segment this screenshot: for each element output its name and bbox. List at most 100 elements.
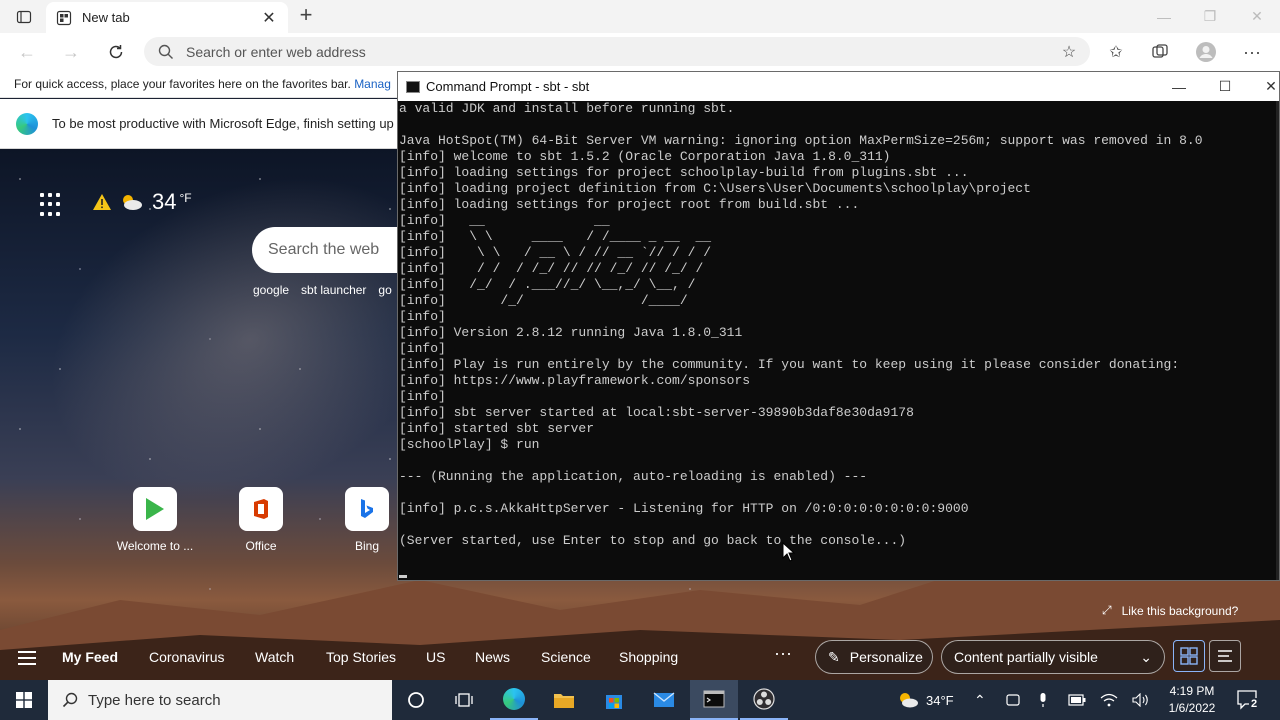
microsoft-store-icon[interactable] <box>590 680 638 720</box>
back-icon[interactable]: ← <box>14 39 40 65</box>
weather-widget[interactable]: 34 °F <box>92 189 192 215</box>
command-prompt-taskbar-icon[interactable] <box>690 680 738 720</box>
cortana-icon[interactable] <box>392 680 440 720</box>
cmd-output-line: [info] welcome to sbt 1.5.2 (Oracle Corp… <box>399 149 891 164</box>
cmd-title-bar[interactable]: Command Prompt - sbt - sbt — ☐ ✕ <box>398 72 1279 101</box>
cmd-output-line: [info] __ __ <box>399 213 610 228</box>
show-hidden-icons-icon[interactable]: ⌃ <box>974 680 986 720</box>
cmd-scrollbar[interactable] <box>1276 101 1279 580</box>
cmd-output-line: [info] loading settings for project scho… <box>399 165 969 180</box>
like-background-button[interactable]: ⤢ Like this background? <box>1102 603 1238 618</box>
file-explorer-icon[interactable] <box>540 680 588 720</box>
app-launcher-icon[interactable] <box>40 193 64 217</box>
windows-taskbar: Type here to search 34°F ⌃ 4:19 PM 1/6/2… <box>0 680 1280 720</box>
obs-studio-icon[interactable] <box>740 680 788 720</box>
add-favorite-icon[interactable]: ☆ <box>1057 40 1081 64</box>
more-feed-icon[interactable]: ··· <box>774 643 792 664</box>
cmd-output-line: [info] \ \ / __ \ / // __ `// / / / <box>399 245 712 260</box>
content-visibility-dropdown[interactable]: Content partially visible ⌄ <box>941 640 1165 674</box>
new-tab-button[interactable]: + <box>294 4 318 28</box>
feed-tab-top-stories[interactable]: Top Stories <box>326 649 396 665</box>
new-tab-page-icon <box>56 10 72 25</box>
feed-tab-my-feed[interactable]: My Feed <box>62 649 118 665</box>
taskbar-search-input[interactable]: Type here to search <box>48 680 392 720</box>
chevron-down-icon: ⌄ <box>1140 648 1152 665</box>
pencil-icon: ✎ <box>828 648 840 665</box>
collections-icon[interactable] <box>1148 40 1172 64</box>
tile-welcome[interactable]: Welcome to ... <box>112 487 198 553</box>
content-visibility-label: Content partially visible <box>954 649 1098 665</box>
grid-view-icon[interactable] <box>1173 640 1205 672</box>
cmd-app-icon <box>406 80 420 93</box>
quick-link[interactable]: google <box>253 283 289 297</box>
refresh-icon[interactable] <box>103 39 129 65</box>
quick-link[interactable]: go <box>378 283 391 297</box>
system-clock[interactable]: 4:19 PM 1/6/2022 <box>1160 683 1224 717</box>
task-view-icon[interactable] <box>440 680 488 720</box>
meet-now-icon[interactable] <box>1006 680 1020 720</box>
profile-avatar-icon[interactable] <box>1194 40 1218 64</box>
edge-taskbar-icon[interactable] <box>490 680 538 720</box>
feed-tab-news[interactable]: News <box>475 649 510 665</box>
cmd-maximize-icon[interactable]: ☐ <box>1202 72 1248 101</box>
personalize-label: Personalize <box>849 649 923 665</box>
feed-menu-icon[interactable] <box>18 651 36 665</box>
weather-temperature: 34 <box>152 189 177 214</box>
address-bar[interactable]: Search or enter web address <box>144 37 1090 66</box>
notification-center-icon[interactable]: 2 <box>1236 688 1262 712</box>
tab-new-tab[interactable]: New tab ✕ <box>46 2 288 33</box>
personalize-button[interactable]: ✎ Personalize <box>815 640 933 674</box>
clock-time: 4:19 PM <box>1169 684 1215 698</box>
cmd-output-line: [info] Play is run entirely by the commu… <box>399 357 1180 372</box>
favorites-icon[interactable]: ✩ <box>1104 40 1128 64</box>
weather-warning-icon <box>93 194 111 210</box>
wifi-icon[interactable] <box>1100 680 1118 720</box>
cmd-output-line: [info] <box>399 389 446 404</box>
cmd-output[interactable]: a valid JDK and install before running s… <box>398 101 1279 580</box>
list-view-icon[interactable] <box>1209 640 1241 672</box>
partly-cloudy-icon <box>900 693 918 708</box>
taskbar-weather[interactable]: 34°F <box>896 680 954 720</box>
web-search-placeholder: Search the web <box>268 241 380 258</box>
cmd-output-line <box>399 485 1279 501</box>
tab-actions-icon[interactable] <box>8 6 40 28</box>
cmd-output-line: Java HotSpot(TM) 64-Bit Server VM warnin… <box>399 133 1203 148</box>
web-search-input[interactable]: Search the web <box>252 227 412 273</box>
cmd-close-icon[interactable]: ✕ <box>1248 72 1280 101</box>
windows-logo-icon <box>16 692 32 708</box>
battery-icon[interactable] <box>1068 680 1086 720</box>
tile-office[interactable]: Office <box>218 487 304 553</box>
feed-tab-coronavirus[interactable]: Coronavirus <box>149 649 224 665</box>
quick-link[interactable]: sbt launcher <box>301 283 366 297</box>
feed-tab-us[interactable]: US <box>426 649 445 665</box>
microphone-icon[interactable] <box>1038 680 1048 720</box>
cmd-output-line <box>399 117 1279 133</box>
feed-tab-watch[interactable]: Watch <box>255 649 294 665</box>
clock-date: 1/6/2022 <box>1168 701 1216 715</box>
minimize-icon[interactable]: — <box>1141 0 1187 33</box>
cmd-output-line: [info] / / / /_/ // // /_/ // /_/ / <box>399 261 704 276</box>
mail-icon[interactable] <box>640 680 688 720</box>
start-button[interactable] <box>0 680 48 720</box>
close-tab-icon[interactable]: ✕ <box>260 8 278 28</box>
tile-label: Bing <box>354 539 380 553</box>
infobar-text: To be most productive with Microsoft Edg… <box>52 116 394 131</box>
volume-icon[interactable] <box>1132 680 1150 720</box>
close-window-icon[interactable]: ✕ <box>1234 0 1280 33</box>
settings-more-icon[interactable]: ··· <box>1240 40 1264 64</box>
manage-favorites-link[interactable]: Manag <box>354 77 391 91</box>
cmd-output-line: (Server started, use Enter to stop and g… <box>399 533 907 548</box>
cmd-minimize-icon[interactable]: — <box>1156 72 1202 101</box>
office-icon <box>254 499 268 519</box>
favorites-bar-text: For quick access, place your favorites h… <box>14 77 351 91</box>
cmd-output-line: [info] <box>399 309 446 324</box>
forward-icon[interactable]: → <box>58 39 84 65</box>
weather-unit: °F <box>179 191 192 205</box>
maximize-icon[interactable]: ❐ <box>1187 0 1233 33</box>
command-prompt-window[interactable]: Command Prompt - sbt - sbt — ☐ ✕ a valid… <box>397 71 1280 581</box>
cmd-output-line: [info] <box>399 341 446 356</box>
like-background-text: Like this background? <box>1121 603 1239 618</box>
feed-tab-science[interactable]: Science <box>541 649 591 665</box>
feed-tab-shopping[interactable]: Shopping <box>619 649 678 665</box>
taskbar-search-placeholder: Type here to search <box>88 691 221 709</box>
